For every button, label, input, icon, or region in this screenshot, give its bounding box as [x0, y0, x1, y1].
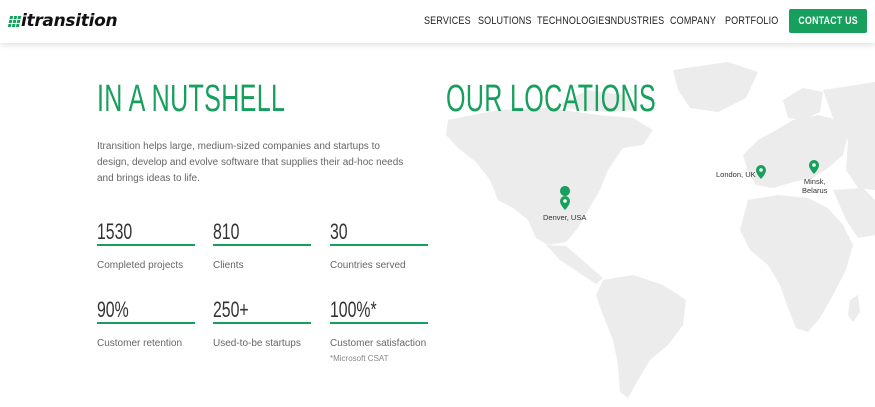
stat-value: 250+ [213, 297, 249, 322]
nav-item-portfolio[interactable]: PORTFOLIO [725, 15, 778, 27]
stat-countries-served: 30 Countries served [330, 219, 428, 271]
stat-value: 100%* [330, 297, 377, 322]
nutshell-title: IN A NUTSHELL [97, 78, 286, 120]
stat-label: Completed projects [97, 260, 184, 271]
stat-startups: 250+ Used-to-be startups [213, 297, 311, 349]
nav-item-services[interactable]: SERVICES [424, 15, 471, 27]
nav-item-technologies[interactable]: TECHNOLOGIES [537, 15, 611, 27]
pin-label-london: London, UK [716, 170, 756, 179]
stat-value: 1530 [97, 219, 133, 244]
nav-item-company[interactable]: COMPANY [670, 15, 716, 27]
stat-completed-projects: 1530 Completed projects [97, 219, 195, 271]
stat-label: Clients [213, 260, 244, 271]
stat-value: 810 [213, 219, 240, 244]
contact-us-label: CONTACT US [798, 15, 858, 27]
logo-mark-icon [7, 15, 22, 27]
stat-label: Countries served [330, 260, 406, 271]
stat-label: Customer satisfaction [330, 338, 427, 349]
contact-us-button[interactable]: CONTACT US [789, 9, 867, 33]
stat-customer-satisfaction: 100%* Customer satisfaction *Microsoft C… [330, 297, 428, 363]
logo[interactable]: itransition [7, 11, 118, 31]
pin-label-minsk: Minsk, Belarus [802, 177, 828, 195]
nav-item-solutions[interactable]: SOLUTIONS [478, 15, 532, 27]
pin-label-denver: Denver, USA [543, 213, 587, 222]
site-header: itransition SERVICES SOLUTIONS TECHNOLOG… [0, 0, 875, 43]
logo-text: itransition [21, 11, 118, 31]
nav-item-industries[interactable]: INDUSTRIES [608, 15, 664, 27]
stat-footnote: *Microsoft CSAT [330, 354, 389, 363]
stat-clients: 810 Clients [213, 219, 311, 271]
intro-text: Itransition helps large, medium-sized co… [97, 141, 404, 184]
stat-customer-retention: 90% Customer retention [97, 297, 195, 349]
stat-label: Used-to-be startups [213, 338, 301, 349]
stat-label: Customer retention [97, 338, 183, 349]
stat-value: 30 [330, 219, 348, 244]
locations-title: OUR LOCATIONS [446, 78, 657, 120]
stat-value: 90% [97, 297, 129, 322]
